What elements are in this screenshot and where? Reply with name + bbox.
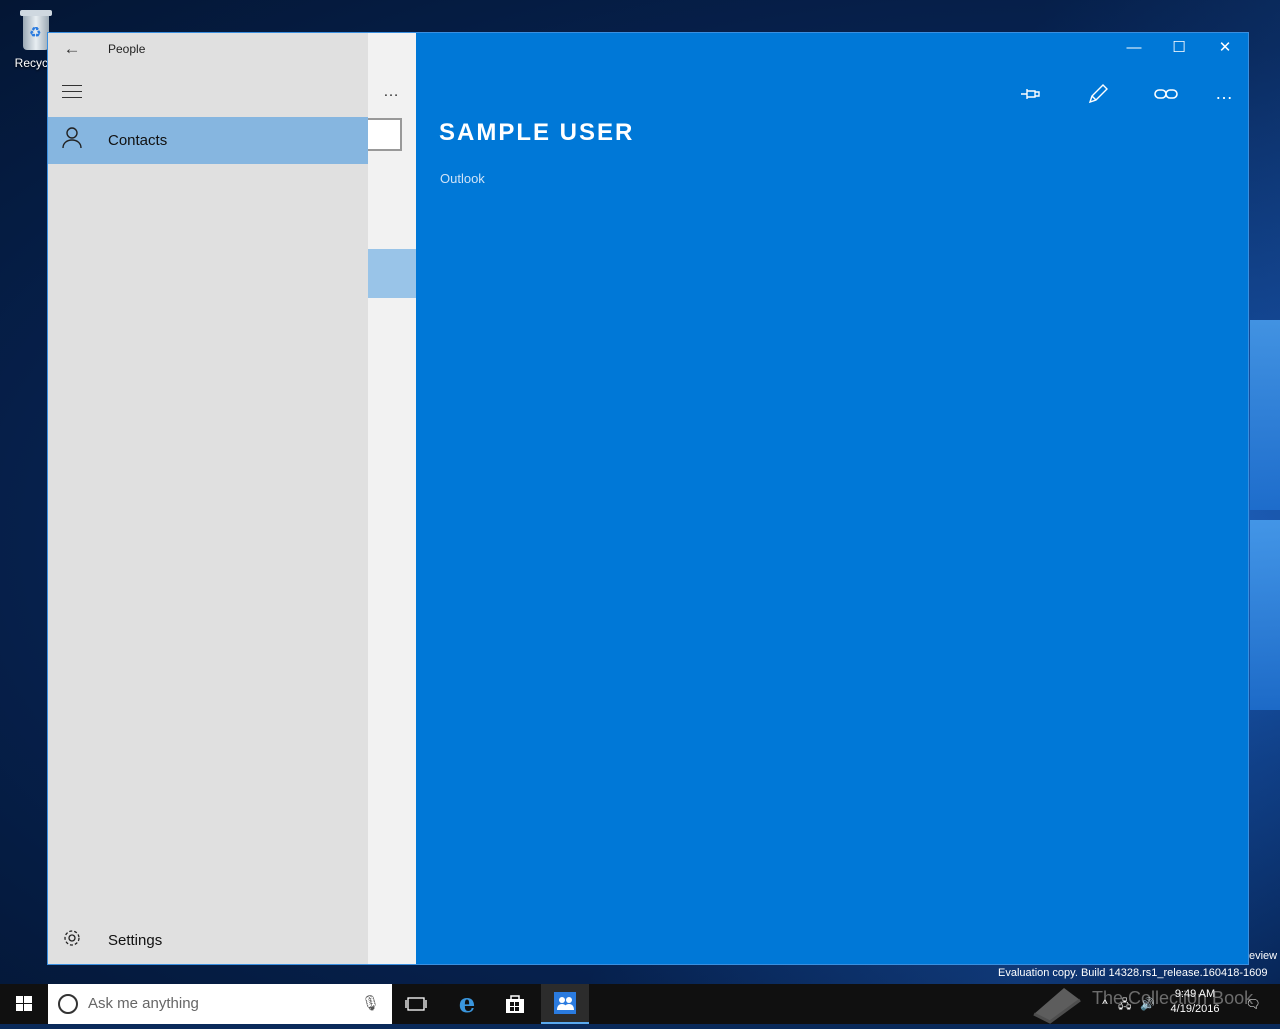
contact-detail-pane — [416, 33, 1248, 964]
cortana-search-box[interactable]: Ask me anything 🎙 — [48, 984, 392, 1024]
insider-preview-text: eview — [1249, 950, 1278, 962]
windows-logo-graphic — [1250, 320, 1280, 510]
link-button[interactable] — [1146, 79, 1186, 107]
search-input[interactable] — [368, 118, 402, 151]
selected-contact-item[interactable] — [368, 249, 416, 298]
pencil-icon — [1087, 83, 1109, 104]
people-icon — [554, 992, 576, 1014]
people-app-taskbar-button[interactable] — [541, 984, 589, 1024]
store-button[interactable] — [491, 984, 539, 1024]
nav-item-contacts[interactable]: Contacts — [48, 117, 368, 164]
hamburger-menu-icon[interactable] — [62, 85, 82, 99]
start-button[interactable] — [0, 984, 48, 1024]
windows-logo-icon — [16, 996, 32, 1011]
windows-logo-graphic-lower — [1250, 520, 1280, 710]
contact-list-pane — [368, 33, 416, 964]
task-view-button[interactable] — [392, 984, 440, 1024]
person-icon — [48, 127, 96, 154]
contact-name: SAMPLE USER — [439, 119, 635, 146]
gear-icon — [48, 928, 96, 953]
edge-icon: e — [458, 989, 476, 1019]
link-icon — [1154, 83, 1178, 103]
cortana-icon — [58, 994, 78, 1014]
book-logo-icon — [1033, 988, 1081, 1024]
watermark: The Collection Book — [1030, 978, 1280, 1024]
pin-icon — [1019, 83, 1043, 103]
edge-browser-button[interactable]: e — [443, 984, 491, 1024]
more-button[interactable]: … — [1204, 79, 1244, 107]
nav-item-label: Settings — [108, 932, 163, 949]
app-title: People — [108, 42, 146, 56]
back-button[interactable]: ← — [60, 39, 84, 59]
search-placeholder: Ask me anything — [88, 995, 199, 1012]
list-more-button[interactable]: … — [383, 83, 400, 101]
edit-button[interactable] — [1078, 79, 1118, 107]
pin-button[interactable] — [1011, 79, 1051, 107]
watermark-text: The Collection Book — [1092, 988, 1254, 1008]
minimize-button[interactable]: — — [1111, 33, 1157, 63]
nav-item-label: Contacts — [108, 132, 168, 149]
store-icon — [506, 995, 524, 1013]
maximize-button[interactable]: ☐ — [1156, 33, 1202, 63]
microphone-icon[interactable]: 🎙 — [361, 994, 380, 1012]
navigation-pane: ← People Contacts Settings — [48, 33, 368, 964]
people-app-window: … ← People Contacts Settings — ☐ ✕ … SAM… — [47, 32, 1249, 965]
contact-source: Outlook — [440, 171, 485, 186]
close-button[interactable]: ✕ — [1202, 33, 1248, 63]
task-view-icon — [405, 997, 427, 1011]
nav-item-settings[interactable]: Settings — [48, 917, 368, 964]
